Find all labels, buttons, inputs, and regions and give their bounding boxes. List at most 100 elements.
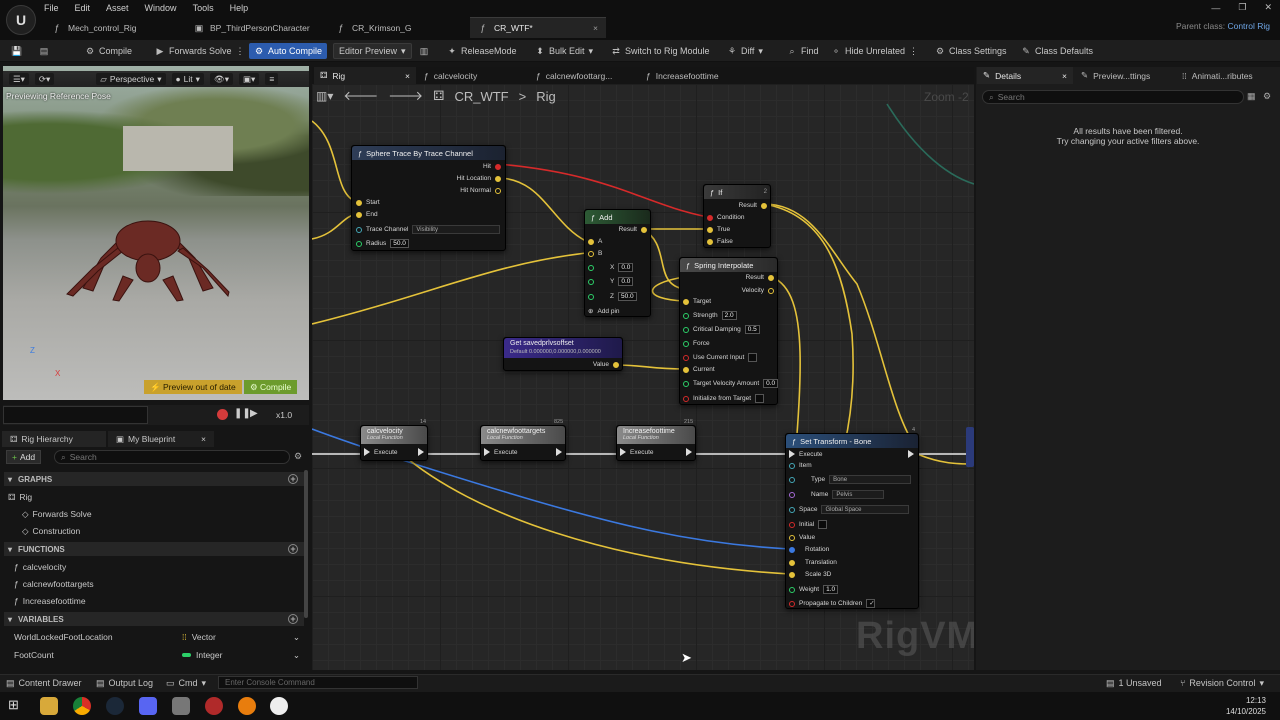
file-explorer-icon[interactable]: [40, 697, 58, 715]
pin-condition[interactable]: Condition: [707, 214, 744, 221]
timeline-field[interactable]: [3, 406, 148, 424]
pin-trace-channel[interactable]: Trace Channel Visibility: [356, 225, 501, 234]
node-sphere-trace[interactable]: ƒ Sphere Trace By Trace Channel Hit Hit L…: [351, 145, 506, 251]
pin-x[interactable]: X 0.0: [588, 263, 634, 272]
layout-dropdown[interactable]: ▣▾: [239, 73, 260, 85]
menu-icon[interactable]: ≡: [265, 73, 279, 85]
pin-item[interactable]: Item: [789, 462, 812, 469]
doc-tab-mech-control-rig[interactable]: ƒ Mech_control_Rig: [44, 17, 184, 38]
blueprint-search-input[interactable]: ⌕ Search: [54, 450, 290, 464]
pin-end[interactable]: End: [356, 211, 378, 218]
pin-strength[interactable]: Strength 2.0: [683, 311, 737, 320]
offscreen-node-edge[interactable]: [966, 427, 974, 467]
hide-unrelated-button[interactable]: ⚬ Hide Unrelated ⋮: [826, 43, 923, 59]
more-icon[interactable]: ⋮: [909, 46, 918, 57]
menu-help[interactable]: Help: [230, 3, 249, 13]
pin-result[interactable]: Result: [739, 202, 767, 209]
viewport-options-button[interactable]: ☰▾: [9, 73, 29, 85]
menu-edit[interactable]: Edit: [75, 3, 91, 13]
chrome-icon[interactable]: [73, 697, 91, 715]
doc-tab-bp-thirdperson[interactable]: ▣ BP_ThirdPersonCharacter: [186, 17, 326, 38]
node-add[interactable]: ƒ Add Result A B X 0.0 Y 0.0 Z 50.0 ⊕ Add pin: [584, 209, 651, 317]
space-dropdown[interactable]: Global Space: [821, 505, 910, 514]
app-icon[interactable]: [205, 697, 223, 715]
pin-hit-normal[interactable]: Hit Normal: [460, 187, 501, 194]
pin-execute[interactable]: Execute: [364, 448, 398, 456]
bulk-edit-button[interactable]: ⬍ Bulk Edit ▾: [530, 43, 598, 59]
variable-type[interactable]: Integer: [182, 650, 222, 660]
node-calcvelocity[interactable]: calcvelocity Local Function Execute: [360, 425, 428, 461]
pin-true[interactable]: True: [707, 226, 730, 233]
close-window-icon[interactable]: ✕: [1264, 2, 1272, 13]
pin-velocity[interactable]: Velocity: [742, 287, 774, 294]
discord-icon[interactable]: [139, 697, 157, 715]
console-input[interactable]: Enter Console Command: [218, 676, 418, 689]
pin-damping[interactable]: Critical Damping 0.5: [683, 325, 760, 334]
menu-tools[interactable]: Tools: [193, 3, 214, 13]
graph-tab-rig[interactable]: ⚃ Rig ×: [314, 67, 416, 84]
release-mode-button[interactable]: ✦ ReleaseMode: [442, 43, 522, 59]
graph-menu-icon[interactable]: ▥▾: [316, 89, 333, 103]
chevron-down-icon[interactable]: ⌄: [293, 632, 300, 643]
add-graph-icon[interactable]: +: [288, 474, 298, 484]
exec-out-pin-icon[interactable]: [556, 448, 562, 458]
variable-type[interactable]: ⁞⁞ Vector: [182, 632, 216, 642]
revision-control-button[interactable]: ⑂ Revision Control ▾: [1180, 676, 1264, 690]
editor-preview-dropdown[interactable]: Editor Preview ▾: [333, 43, 412, 59]
pin-a[interactable]: A: [588, 238, 602, 245]
pin-execute[interactable]: Execute: [620, 448, 654, 456]
pin-target[interactable]: Target: [683, 298, 711, 305]
variable-item[interactable]: FootCount Integer ⌄: [14, 648, 304, 662]
pin-force[interactable]: Force: [683, 340, 710, 347]
target-velocity-field[interactable]: 0.0: [763, 379, 779, 388]
unsaved-button[interactable]: ▤ 1 Unsaved: [1106, 676, 1162, 690]
maximize-icon[interactable]: ❐: [1238, 2, 1246, 13]
breadcrumb-asset[interactable]: CR_WTF: [454, 89, 508, 104]
close-tab-icon[interactable]: ×: [593, 23, 598, 33]
graph-item-rig[interactable]: ⚃ Rig: [8, 490, 32, 504]
variables-section-header[interactable]: ▾ VARIABLES +: [4, 612, 304, 626]
tab-rig-hierarchy[interactable]: ⚃ Rig Hierarchy: [2, 431, 106, 447]
compile-button[interactable]: ⚙ Compile: [80, 43, 137, 59]
node-calcnewfoottargets[interactable]: calcnewfoottargets Local Function Execute: [480, 425, 566, 461]
pin-value[interactable]: Value: [593, 361, 619, 368]
pin-type[interactable]: Type Bone: [789, 475, 912, 484]
show-dropdown[interactable]: 👁▾: [209, 73, 233, 85]
tab-preview-settings[interactable]: ✎ Preview...ttings: [1075, 67, 1173, 84]
graph-item-construction[interactable]: ◇ Construction: [22, 524, 80, 538]
add-pin-button[interactable]: ⊕ Add pin: [588, 307, 620, 316]
node-increasefoottime[interactable]: Increasefoottime Local Function Execute: [616, 425, 696, 461]
pin-radius[interactable]: Radius 50.0: [356, 239, 409, 248]
pin-start[interactable]: Start: [356, 199, 380, 206]
menu-asset[interactable]: Asset: [106, 3, 129, 13]
pin-weight[interactable]: Weight 1.0: [789, 585, 839, 594]
trace-channel-dropdown[interactable]: Visibility: [412, 225, 501, 234]
parent-class-link[interactable]: Control Rig: [1227, 21, 1270, 31]
viewport[interactable]: [3, 66, 309, 400]
pin-translation[interactable]: Translation: [789, 559, 837, 566]
graph-tab-calcnewfoottargets[interactable]: ƒ calcnewfoottarg...: [530, 67, 636, 84]
weight-field[interactable]: 1.0: [823, 585, 839, 594]
exec-out-pin-icon[interactable]: [418, 448, 424, 458]
cmd-dropdown[interactable]: ▭ Cmd ▾: [166, 676, 206, 690]
diff-button[interactable]: ⚘ Diff ▾: [722, 43, 768, 59]
more-icon[interactable]: ⋮: [236, 46, 245, 57]
strength-field[interactable]: 2.0: [721, 311, 737, 320]
pin-use-current[interactable]: Use Current Input: [683, 353, 758, 362]
tab-my-blueprint[interactable]: ▣ My Blueprint ×: [108, 431, 214, 447]
app-icon[interactable]: [172, 697, 190, 715]
pin-init-target[interactable]: Initialize from Target: [683, 394, 765, 403]
close-tab-icon[interactable]: ×: [405, 71, 410, 81]
play-icon[interactable]: ▶: [250, 408, 258, 419]
variable-item[interactable]: WorldLockedFootLocation ⁞⁞ Vector ⌄: [14, 630, 304, 644]
graph-tab-increasefoottime[interactable]: ƒ Increasefoottime: [640, 67, 752, 84]
doc-tab-cr-wtf[interactable]: ƒ CR_WTF* ×: [470, 17, 606, 38]
pin-propagate[interactable]: Propagate to Children ✓: [789, 599, 876, 608]
forward-arrow-icon[interactable]: 🡒: [388, 88, 423, 104]
pause-icon[interactable]: ❚❚: [234, 408, 251, 419]
initial-checkbox[interactable]: [818, 520, 828, 529]
menu-window[interactable]: Window: [145, 3, 177, 13]
pin-name[interactable]: Name Pelvis: [789, 490, 885, 499]
add-button[interactable]: + Add: [6, 450, 42, 464]
function-item-calcvelocity[interactable]: ƒ calcvelocity: [14, 560, 66, 574]
